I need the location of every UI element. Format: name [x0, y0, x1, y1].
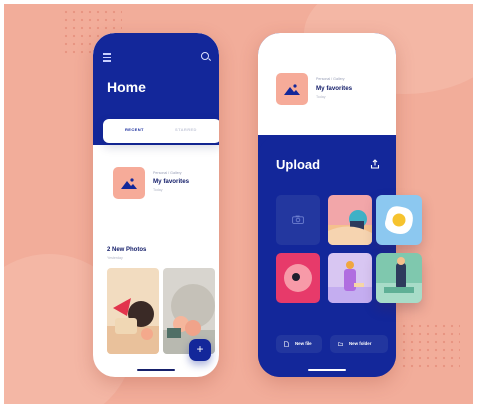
- breadcrumb: Personal / Gallery: [153, 171, 182, 175]
- photo-tile[interactable]: [328, 195, 372, 245]
- photo-thumbnail[interactable]: [107, 268, 159, 354]
- photo-tile[interactable]: [376, 253, 422, 303]
- favorites-section: Personal / Gallery My favorites Today: [258, 33, 396, 135]
- breadcrumb: Personal / Gallery: [316, 77, 345, 81]
- favorites-title: My favorites: [153, 178, 190, 185]
- folder-icon: [338, 342, 343, 346]
- new-folder-label: New folder: [349, 341, 372, 346]
- abstract-shapes-photo: [328, 261, 372, 303]
- abstract-shapes-photo: [328, 210, 372, 245]
- home-indicator: [137, 369, 175, 371]
- home-indicator: [308, 369, 346, 371]
- favorites-card[interactable]: Personal / Gallery My favorites Today: [103, 161, 209, 217]
- upload-panel: Upload New file New folder: [258, 135, 396, 377]
- promo-canvas: Home RECENT STARRED Personal / Gallery M…: [4, 4, 473, 404]
- upload-title: Upload: [276, 157, 321, 172]
- search-icon[interactable]: [201, 52, 209, 60]
- favorites-title: My favorites: [316, 85, 353, 92]
- home-phone: Home RECENT STARRED Personal / Gallery M…: [93, 33, 219, 377]
- tab-starred[interactable]: STARRED: [175, 127, 197, 132]
- new-folder-button[interactable]: New folder: [330, 335, 388, 353]
- camera-icon: [292, 215, 304, 224]
- new-photos-title: 2 New Photos: [107, 247, 147, 253]
- abstract-shapes-photo: [376, 257, 422, 303]
- page-title: Home: [107, 79, 146, 95]
- upload-icon[interactable]: [370, 159, 380, 169]
- file-icon: [284, 341, 289, 347]
- new-photos-date: Yesterday: [107, 256, 123, 260]
- photo-tile[interactable]: [328, 253, 372, 303]
- dot-pattern: [400, 322, 460, 370]
- abstract-shapes-photo: [107, 298, 159, 354]
- new-file-label: New file: [295, 341, 312, 346]
- fried-egg-photo: [385, 206, 413, 234]
- abstract-shapes-photo: [284, 264, 312, 292]
- new-file-button[interactable]: New file: [276, 335, 322, 353]
- add-button[interactable]: +: [189, 339, 211, 361]
- camera-tile[interactable]: [276, 195, 320, 245]
- tab-bar: RECENT STARRED: [103, 119, 219, 143]
- mountain-image-icon: [284, 84, 300, 95]
- tab-recent[interactable]: RECENT: [125, 127, 144, 132]
- favorites-thumbnail[interactable]: [276, 73, 308, 105]
- photo-tile[interactable]: [276, 253, 320, 303]
- photo-tile[interactable]: [376, 195, 422, 245]
- hamburger-menu-icon[interactable]: [103, 53, 111, 64]
- favorites-date: Today: [153, 188, 163, 192]
- favorites-thumbnail: [113, 167, 145, 199]
- favorites-date: Today: [316, 95, 326, 99]
- mountain-image-icon: [121, 178, 137, 189]
